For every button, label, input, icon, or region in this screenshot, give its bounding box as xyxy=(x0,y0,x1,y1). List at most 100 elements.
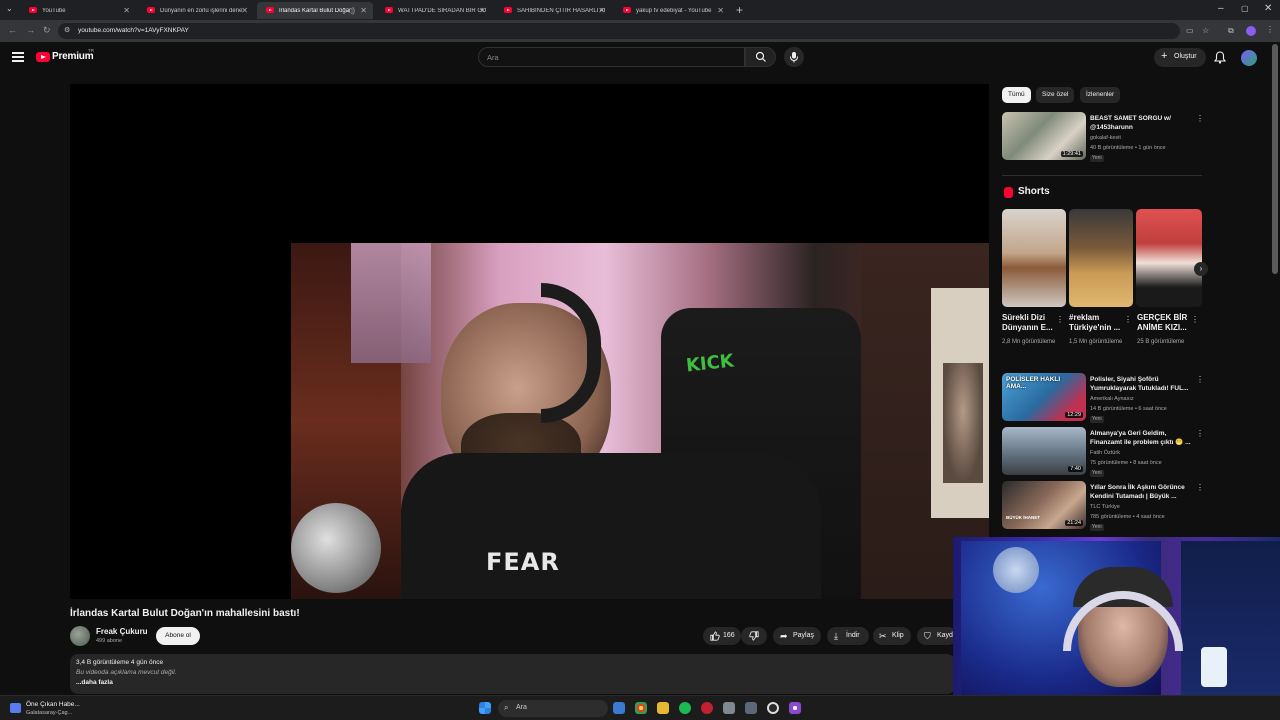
chip-watched[interactable]: İzlenenler xyxy=(1080,87,1121,103)
download-button[interactable]: ⤓ İndir xyxy=(827,627,869,645)
app-icon[interactable] xyxy=(745,702,757,714)
video-thumbnail[interactable]: 7:40 xyxy=(1002,427,1086,475)
voice-search-button[interactable] xyxy=(784,47,804,67)
subscriber-count: 499 abone xyxy=(96,638,122,644)
cast-icon[interactable]: ▭ xyxy=(1186,26,1194,35)
obs-icon[interactable] xyxy=(767,702,779,714)
video-player[interactable]: KICK FEAR xyxy=(70,84,989,599)
video-channel[interactable]: TLC Türkiye xyxy=(1090,503,1120,512)
close-icon[interactable]: ✕ xyxy=(717,6,724,15)
youtube-logo-icon[interactable] xyxy=(36,52,50,62)
tab-sahibinden[interactable]: SAHİBİNDEN ÇİTİR HASARLI AR ✕ xyxy=(495,2,611,19)
video-frame: KICK FEAR xyxy=(291,243,989,599)
short-thumbnail[interactable] xyxy=(1136,209,1202,307)
search-icon xyxy=(755,51,766,62)
chevron-right-icon[interactable]: › xyxy=(1194,262,1208,276)
tab-wattpad[interactable]: WATTPAD'DE SIRADAN BİR GÜ ✕ xyxy=(376,2,492,19)
more-options-icon[interactable]: ⋮ xyxy=(1056,315,1064,324)
tab-irlandas[interactable]: İrlandas Kartal Bulut Doğan ◁) ✕ xyxy=(257,2,373,19)
back-arrow-icon[interactable]: ← xyxy=(8,25,17,35)
chip-all[interactable]: Tümü xyxy=(1002,87,1031,103)
dislike-button[interactable] xyxy=(741,627,767,645)
site-info-icon[interactable]: ⚙ xyxy=(64,26,70,34)
close-icon[interactable]: ✕ xyxy=(479,6,486,15)
share-arrow-icon: ➦ xyxy=(780,631,788,641)
more-options-icon[interactable]: ⋮ xyxy=(1196,114,1204,123)
video-channel[interactable]: gokalaf-kesit xyxy=(1090,134,1121,143)
tab-youtube[interactable]: YouTube ✕ xyxy=(20,2,136,19)
forward-arrow-icon[interactable]: → xyxy=(26,25,35,35)
browser-menu-icon[interactable]: ⋮ xyxy=(1266,25,1274,34)
more-options-icon[interactable]: ⋮ xyxy=(1196,429,1204,438)
close-icon[interactable]: ✕ xyxy=(360,6,367,15)
short-title[interactable]: GERÇEK BİR ANİME KIZI... xyxy=(1137,313,1193,333)
start-button-icon[interactable] xyxy=(479,702,491,714)
new-badge: Yeni xyxy=(1090,470,1104,477)
spotify-icon[interactable] xyxy=(679,702,691,714)
news-widget-icon[interactable] xyxy=(10,703,21,713)
minimize-icon[interactable]: – xyxy=(1218,3,1224,14)
video-duration: 7:40 xyxy=(1068,466,1083,472)
notifications-bell-icon[interactable] xyxy=(1214,51,1226,64)
short-title[interactable]: Sürekli Dizi Dünyanın E... xyxy=(1002,313,1058,333)
video-channel[interactable]: Amerikalı Aynasız xyxy=(1090,395,1134,404)
video-meta: 14 B görüntüleme • 6 saat önce xyxy=(1090,406,1167,412)
channel-avatar[interactable] xyxy=(70,626,90,646)
short-thumbnail[interactable] xyxy=(1002,209,1066,307)
reload-icon[interactable]: ↻ xyxy=(43,25,51,36)
video-thumbnail[interactable]: POLİSLER HAKLI AMA... 12:29 xyxy=(1002,373,1086,421)
menu-icon[interactable] xyxy=(12,52,24,62)
tab-yakup[interactable]: yakup tv edebiyat - YouTube ✕ xyxy=(614,2,730,19)
channel-name[interactable]: Freak Çukuru xyxy=(96,627,148,636)
profile-avatar-icon[interactable] xyxy=(1246,26,1256,36)
chrome-icon[interactable] xyxy=(635,702,647,714)
video-title-link[interactable]: Polisler, Siyahi Şoförü Yumruklayarak Tu… xyxy=(1090,375,1194,393)
tab-search-icon[interactable]: ⌄ xyxy=(6,4,13,13)
more-options-icon[interactable]: ⋮ xyxy=(1124,315,1132,324)
opera-icon[interactable] xyxy=(701,702,713,714)
clip-button[interactable]: ✂ Klip xyxy=(873,627,911,645)
more-options-icon[interactable]: ⋮ xyxy=(1196,483,1204,492)
search-button[interactable] xyxy=(745,47,776,67)
subscribe-button[interactable]: Abone ol xyxy=(156,627,200,645)
share-button[interactable]: ➦ Paylaş xyxy=(773,627,821,645)
chip-for-you[interactable]: Size özel xyxy=(1036,87,1075,103)
video-thumbnail[interactable]: 1:29:41 xyxy=(1002,112,1086,160)
more-options-icon[interactable]: ⋮ xyxy=(1196,375,1204,384)
create-button[interactable]: + Oluştur xyxy=(1154,48,1206,67)
news-headline[interactable]: Öne Çıkan Habe... xyxy=(26,701,80,708)
address-bar[interactable]: ⚙ youtube.com/watch?v=1AVyFXNKPAY ▭ ☆ xyxy=(58,23,1209,39)
video-thumbnail[interactable]: BÜYÜK İHANET 21:24 xyxy=(1002,481,1086,529)
search-placeholder: Ara xyxy=(487,53,499,62)
close-icon[interactable]: ✕ xyxy=(598,6,605,15)
short-title[interactable]: #reklam Türkiye'nin ... xyxy=(1069,313,1125,333)
settings-icon[interactable] xyxy=(723,702,735,714)
close-icon[interactable]: ✕ xyxy=(241,6,248,15)
account-avatar[interactable] xyxy=(1241,50,1257,66)
bookmark-star-icon[interactable]: ☆ xyxy=(1202,26,1209,35)
description-box[interactable]: 3,4 B görüntüleme 4 gün önce Bu videoda … xyxy=(70,654,955,694)
like-button[interactable]: 166 xyxy=(703,627,741,645)
steam-icon[interactable] xyxy=(613,702,625,714)
new-tab-plus-icon[interactable]: + xyxy=(736,3,743,17)
show-more-link[interactable]: ...daha fazla xyxy=(76,679,113,686)
file-explorer-icon[interactable] xyxy=(657,702,669,714)
tab-dunyanin[interactable]: Dünyanın en zorlu işlerini dene ✕ xyxy=(138,2,254,19)
save-button[interactable]: ⛉ Kaydet xyxy=(917,627,959,645)
video-title-link[interactable]: BEAST SAMET SORGU w/ @1453harunn xyxy=(1090,114,1194,132)
window-close-icon[interactable]: ✕ xyxy=(1264,3,1272,14)
search-input[interactable]: Ara xyxy=(478,47,745,67)
description-text: Bu videoda açıklama mevcut değil. xyxy=(76,669,177,676)
speaker-icon[interactable]: ◁) xyxy=(346,6,355,15)
video-channel[interactable]: Fatih Öztürk xyxy=(1090,449,1120,458)
video-title-link[interactable]: Yıllar Sonra İlk Aşkını Görünce Kendini … xyxy=(1090,483,1194,501)
page-scrollbar[interactable] xyxy=(1272,44,1278,274)
maximize-icon[interactable]: ▢ xyxy=(1241,4,1249,13)
taskbar-search[interactable]: ⌕ Ara xyxy=(498,700,608,717)
short-thumbnail[interactable] xyxy=(1069,209,1133,307)
close-icon[interactable]: ✕ xyxy=(123,6,130,15)
browser-app-icon[interactable] xyxy=(789,702,801,714)
extensions-icon[interactable]: ⧉ xyxy=(1228,26,1234,36)
video-title-link[interactable]: Almanya'ya Geri Geldim, Finanzamt ile pr… xyxy=(1090,429,1194,447)
more-options-icon[interactable]: ⋮ xyxy=(1191,315,1199,324)
